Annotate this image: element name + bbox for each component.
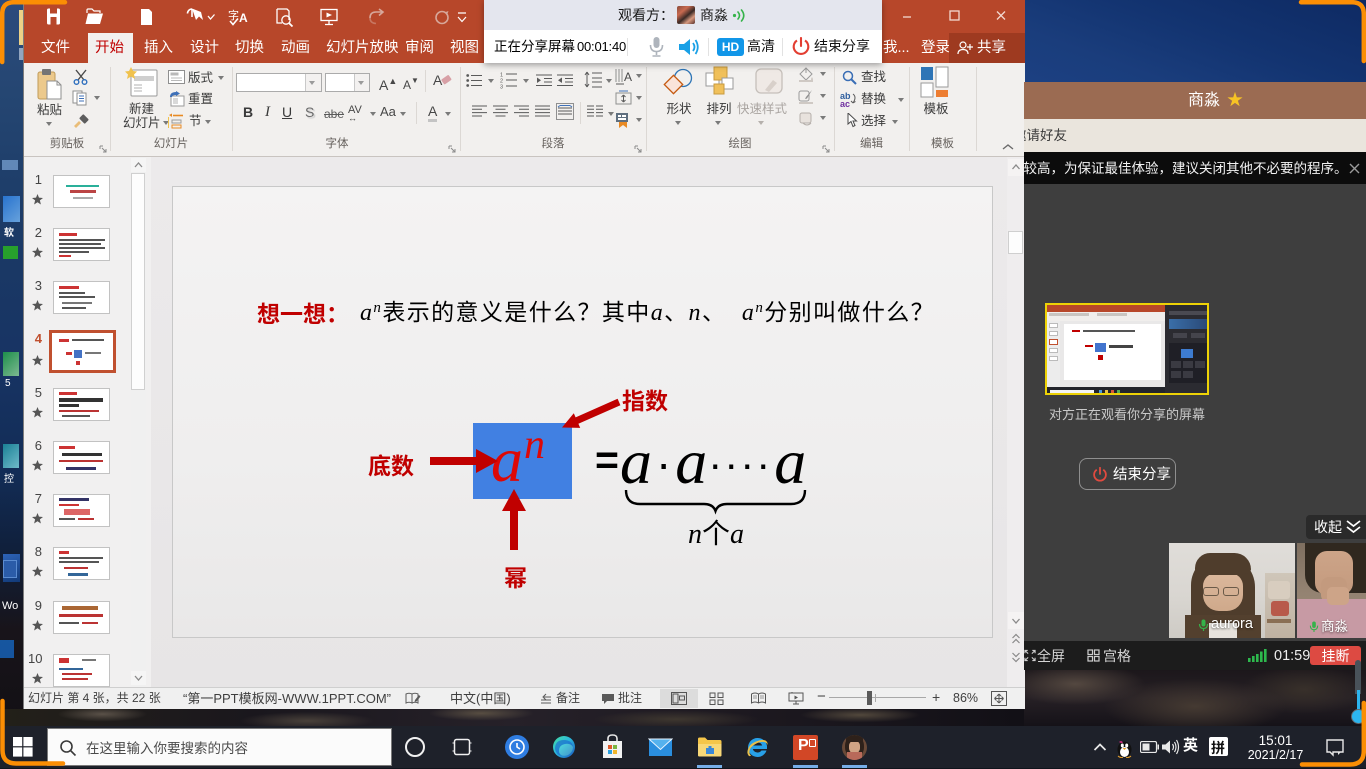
svg-text:3: 3 — [500, 85, 503, 90]
svg-text:ac: ac — [840, 99, 850, 108]
svg-text:A: A — [239, 11, 248, 25]
svg-text:A: A — [624, 70, 632, 84]
